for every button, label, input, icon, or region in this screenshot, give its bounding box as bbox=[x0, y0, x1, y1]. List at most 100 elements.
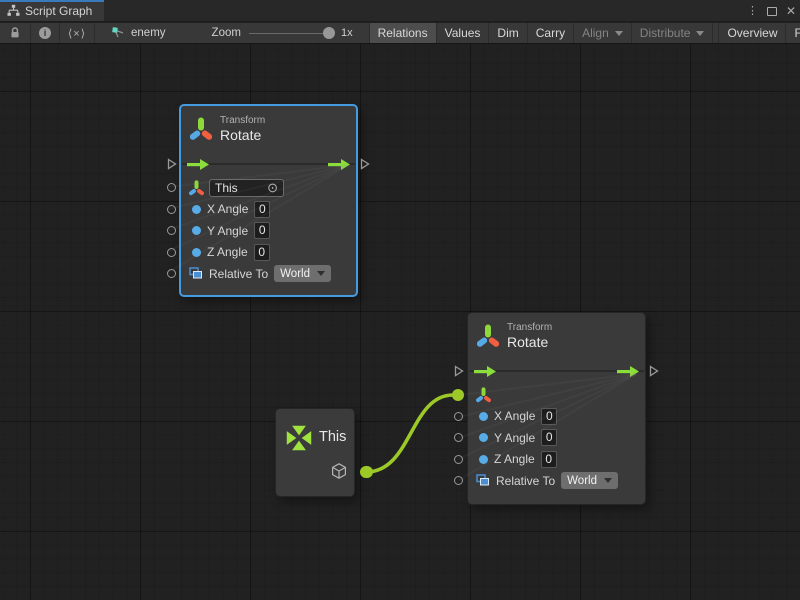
x-angle-input-port[interactable] bbox=[454, 412, 463, 421]
target-row: This ⊙ bbox=[181, 177, 356, 199]
connections-layer bbox=[0, 44, 800, 600]
z-angle-input-port[interactable] bbox=[167, 248, 176, 257]
flow-out-arrow-icon bbox=[617, 366, 640, 377]
enum-icon bbox=[189, 267, 203, 280]
lock-icon bbox=[8, 26, 22, 40]
graph-canvas[interactable]: Transform Rotate bbox=[0, 44, 800, 600]
value-port-icon bbox=[479, 412, 488, 421]
code-preview-button[interactable]: ⟨×⟩ bbox=[60, 23, 95, 43]
target-input-port-connected[interactable] bbox=[452, 389, 464, 401]
maximize-icon[interactable] bbox=[767, 7, 777, 16]
node-category: Transform bbox=[507, 322, 552, 333]
z-angle-row: Z Angle 0 bbox=[468, 449, 645, 471]
zoom-label: Zoom bbox=[212, 27, 241, 39]
y-angle-row: Y Angle 0 bbox=[181, 220, 356, 242]
control-flow-row bbox=[181, 151, 356, 177]
flow-output-port[interactable] bbox=[649, 365, 659, 377]
zoom-slider[interactable] bbox=[249, 23, 333, 44]
flow-input-port[interactable] bbox=[454, 365, 464, 377]
node-header: Transform Rotate bbox=[181, 106, 356, 151]
close-icon[interactable]: ✕ bbox=[786, 0, 796, 22]
x-angle-input-port[interactable] bbox=[167, 205, 176, 214]
gameobject-cube-icon bbox=[330, 462, 348, 480]
lock-button[interactable] bbox=[0, 23, 31, 43]
flow-output-port[interactable] bbox=[360, 158, 370, 170]
target-object-field[interactable]: This ⊙ bbox=[209, 179, 284, 197]
x-angle-row: X Angle 0 bbox=[468, 406, 645, 428]
y-angle-row: Y Angle 0 bbox=[468, 427, 645, 449]
dim-toggle[interactable]: Dim bbox=[489, 23, 527, 43]
transform-mini-icon bbox=[189, 180, 204, 196]
window-controls: ⋮ ✕ bbox=[747, 0, 796, 22]
value-port-icon bbox=[479, 433, 488, 442]
this-self-icon bbox=[282, 421, 316, 455]
dropdown-caret-icon bbox=[696, 31, 704, 36]
control-flow-row bbox=[468, 358, 645, 384]
distribute-dropdown[interactable]: Distribute bbox=[632, 23, 714, 43]
values-toggle[interactable]: Values bbox=[437, 23, 490, 43]
y-angle-input-port[interactable] bbox=[167, 226, 176, 235]
dropdown-caret-icon bbox=[615, 31, 623, 36]
relative-to-row: Relative To World bbox=[181, 263, 356, 285]
overview-button[interactable]: Overview bbox=[718, 23, 786, 43]
relative-to-dropdown[interactable]: World bbox=[274, 265, 331, 282]
zoom-value: 1x bbox=[341, 27, 359, 39]
x-angle-value-field[interactable]: 0 bbox=[541, 408, 557, 425]
code-icon: ⟨×⟩ bbox=[68, 27, 86, 40]
node-category: Transform bbox=[220, 115, 265, 126]
enum-icon bbox=[476, 474, 490, 487]
zoom-slider-track[interactable] bbox=[249, 33, 333, 35]
object-picker-icon[interactable]: ⊙ bbox=[267, 181, 278, 194]
dropdown-caret-icon bbox=[317, 271, 325, 276]
node-header: Transform Rotate bbox=[468, 313, 645, 358]
graph-reference[interactable]: enemy bbox=[95, 23, 176, 43]
graph-pointer-icon bbox=[111, 26, 126, 40]
value-port-icon bbox=[192, 226, 201, 235]
target-row bbox=[468, 384, 645, 406]
relations-toggle[interactable]: Relations bbox=[369, 23, 437, 43]
flow-out-arrow-icon bbox=[328, 159, 351, 170]
z-angle-input-port[interactable] bbox=[454, 455, 463, 464]
target-input-port[interactable] bbox=[167, 183, 176, 192]
z-angle-row: Z Angle 0 bbox=[181, 242, 356, 264]
this-node[interactable]: This bbox=[275, 408, 355, 497]
relative-to-dropdown[interactable]: World bbox=[561, 472, 618, 489]
rotate-node-1[interactable]: Transform Rotate bbox=[179, 104, 358, 297]
transform-icon bbox=[190, 117, 212, 141]
relative-to-row: Relative To World bbox=[468, 470, 645, 492]
tab-bar: Script Graph ⋮ ✕ bbox=[0, 0, 800, 22]
tab-script-graph[interactable]: Script Graph bbox=[0, 0, 104, 21]
zoom-slider-handle[interactable] bbox=[323, 27, 335, 39]
y-angle-input-port[interactable] bbox=[454, 433, 463, 442]
node-title: Rotate bbox=[507, 334, 552, 350]
flow-input-port[interactable] bbox=[167, 158, 177, 170]
y-angle-value-field[interactable]: 0 bbox=[541, 429, 557, 446]
y-angle-value-field[interactable]: 0 bbox=[254, 222, 270, 239]
inspect-button[interactable]: i bbox=[31, 23, 60, 43]
fullscreen-button[interactable]: Full Screen bbox=[786, 23, 800, 43]
relative-to-input-port[interactable] bbox=[454, 476, 463, 485]
kebab-menu-icon[interactable]: ⋮ bbox=[747, 0, 758, 22]
value-port-icon bbox=[192, 248, 201, 257]
relative-to-input-port[interactable] bbox=[167, 269, 176, 278]
info-icon: i bbox=[39, 27, 51, 39]
x-angle-value-field[interactable]: 0 bbox=[254, 201, 270, 218]
connection-wire[interactable] bbox=[366, 395, 453, 472]
this-output-port[interactable] bbox=[361, 466, 373, 478]
graph-toolbar: i ⟨×⟩ enemy Zoom 1x Relations Values bbox=[0, 23, 800, 44]
node-title: Rotate bbox=[220, 127, 265, 143]
flow-in-arrow-icon bbox=[474, 366, 497, 377]
graph-icon bbox=[7, 4, 20, 17]
rotate-node-2[interactable]: Transform Rotate bbox=[467, 312, 646, 505]
z-angle-value-field[interactable]: 0 bbox=[541, 451, 557, 468]
transform-mini-icon bbox=[476, 387, 491, 403]
carry-toggle[interactable]: Carry bbox=[528, 23, 574, 43]
script-graph-window: Script Graph ⋮ ✕ i ⟨×⟩ enemy bbox=[0, 0, 800, 600]
graph-reference-label: enemy bbox=[131, 27, 166, 39]
value-port-icon bbox=[192, 205, 201, 214]
align-dropdown[interactable]: Align bbox=[574, 23, 632, 43]
this-node-label: This bbox=[319, 429, 346, 445]
z-angle-value-field[interactable]: 0 bbox=[254, 244, 270, 261]
zoom-control: Zoom 1x bbox=[176, 23, 369, 43]
dropdown-caret-icon bbox=[604, 478, 612, 483]
